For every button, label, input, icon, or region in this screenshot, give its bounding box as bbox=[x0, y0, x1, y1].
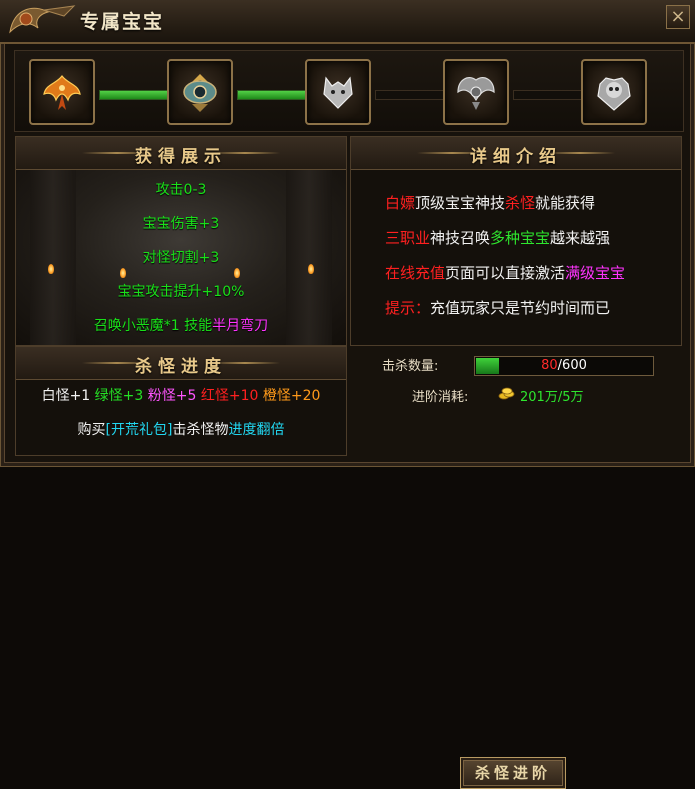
stat-attack: 攻击0-3 bbox=[155, 182, 207, 198]
kill-progress-title: 杀怪进度 bbox=[135, 357, 227, 377]
wolf-emblem-icon bbox=[323, 76, 353, 109]
detail-2c: 多种宝宝 bbox=[490, 229, 551, 247]
title-bar: 专属宝宝 × bbox=[0, 0, 695, 44]
kill-total: 600 bbox=[562, 358, 587, 373]
bonus-d: 进度翻倍 bbox=[228, 422, 285, 438]
stage-node-4[interactable] bbox=[443, 59, 509, 125]
dragon-ornament-icon bbox=[9, 5, 76, 34]
rate-green: 绿怪+3 bbox=[94, 388, 144, 404]
detail-2b: 神技召唤 bbox=[430, 229, 491, 247]
summon-skill: 半月弯刀 bbox=[212, 318, 269, 334]
detail-line-2: 三职业神技召唤多种宝宝越来越强 bbox=[385, 227, 610, 248]
stage-node-3[interactable] bbox=[305, 59, 371, 125]
skull-emblem-icon bbox=[597, 77, 631, 111]
details-panel: 详细介绍 白嫖顶级宝宝神技杀怪就能获得 三职业神技召唤多种宝宝越来越强 在线充值… bbox=[350, 136, 682, 346]
detail-3b: 页面可以直接激活 bbox=[445, 264, 566, 282]
kill-current: 80 bbox=[541, 358, 558, 373]
detail-4a: 提示： bbox=[385, 299, 431, 317]
reward-rates: 白怪+1 绿怪+3 粉怪+5 红怪+10 橙怪+20 bbox=[16, 385, 346, 405]
stage-link-4 bbox=[513, 90, 587, 100]
detail-line-4: 提示：充值玩家只是节约时间而已 bbox=[385, 297, 610, 318]
rate-orange: 橙怪+20 bbox=[262, 388, 321, 404]
cost-value: 201万/5万 bbox=[520, 390, 584, 405]
gold-coins-icon bbox=[498, 387, 515, 400]
detail-1c: 杀怪 bbox=[505, 194, 536, 212]
kill-progress-text: 80/600 bbox=[475, 358, 653, 373]
cost-label: 进阶消耗: bbox=[412, 390, 469, 405]
detail-line-1: 白嫖顶级宝宝神技杀怪就能获得 bbox=[385, 192, 595, 213]
stage-node-5[interactable] bbox=[581, 59, 647, 125]
stat-pet-damage: 宝宝伤害+3 bbox=[142, 216, 220, 232]
rate-pink: 粉怪+5 bbox=[147, 388, 197, 404]
kill-count-label: 击杀数量: bbox=[382, 359, 439, 374]
kill-progress-bar: 80/600 bbox=[474, 356, 654, 376]
detail-1d: 就能获得 bbox=[535, 194, 596, 212]
detail-line-3: 在线充值页面可以直接激活满级宝宝 bbox=[385, 262, 625, 283]
detail-3c: 满级宝宝 bbox=[565, 264, 626, 282]
stage-node-2[interactable] bbox=[167, 59, 233, 125]
window-title: 专属宝宝 bbox=[80, 11, 165, 33]
detail-1a: 白嫖 bbox=[385, 194, 416, 212]
detail-3a: 在线充值 bbox=[385, 264, 446, 282]
showcase-header: 获得展示 bbox=[16, 137, 346, 170]
stage-link-1 bbox=[99, 90, 173, 100]
details-title: 详细介绍 bbox=[470, 147, 562, 167]
detail-2d: 越来越强 bbox=[550, 229, 611, 247]
stage-node-1[interactable] bbox=[29, 59, 95, 125]
eye-emblem-icon bbox=[183, 74, 217, 112]
detail-2a: 三职业 bbox=[385, 229, 431, 247]
rate-red: 红怪+10 bbox=[200, 388, 259, 404]
kill-progress-header: 杀怪进度 bbox=[16, 347, 346, 380]
showcase-title: 获得展示 bbox=[135, 147, 227, 167]
close-button[interactable]: × bbox=[666, 5, 690, 29]
bonus-c: 击杀怪物 bbox=[172, 422, 229, 438]
starter-pack-link[interactable]: [开荒礼包] bbox=[106, 422, 173, 438]
kill-progress-panel: 杀怪进度 白怪+1 绿怪+3 粉怪+5 红怪+10 橙怪+20 购买[开荒礼包]… bbox=[15, 346, 347, 456]
details-header: 详细介绍 bbox=[351, 137, 681, 170]
stage-link-3 bbox=[375, 90, 449, 100]
stage-link-2 bbox=[237, 90, 311, 100]
bonus-note: 购买[开荒礼包]击杀怪物进度翻倍 bbox=[16, 419, 346, 439]
advance-button[interactable]: 杀怪进阶 bbox=[460, 757, 566, 789]
bonus-a: 购买 bbox=[77, 422, 106, 438]
rate-white: 白怪+1 bbox=[41, 388, 91, 404]
stat-monster-cut: 对怪切割+3 bbox=[142, 250, 220, 266]
showcase-panel: 获得展示 攻击0-3 宝宝伤害+3 对怪切割+3 宝宝攻击提升+10% 召唤小恶… bbox=[15, 136, 347, 346]
detail-1b: 顶级宝宝神技 bbox=[415, 194, 506, 212]
detail-4b: 充值玩家只是节约时间而已 bbox=[430, 299, 611, 317]
stat-attack-boost: 宝宝攻击提升+10% bbox=[117, 284, 245, 300]
progression-track bbox=[14, 50, 684, 132]
stat-summon: 召唤小恶魔*1 技能半月弯刀 bbox=[16, 315, 346, 335]
phoenix-emblem-icon bbox=[43, 75, 81, 110]
wings-emblem-icon bbox=[457, 77, 495, 110]
summon-text: 召唤小恶魔*1 技能 bbox=[93, 318, 213, 334]
close-icon: × bbox=[670, 6, 686, 27]
